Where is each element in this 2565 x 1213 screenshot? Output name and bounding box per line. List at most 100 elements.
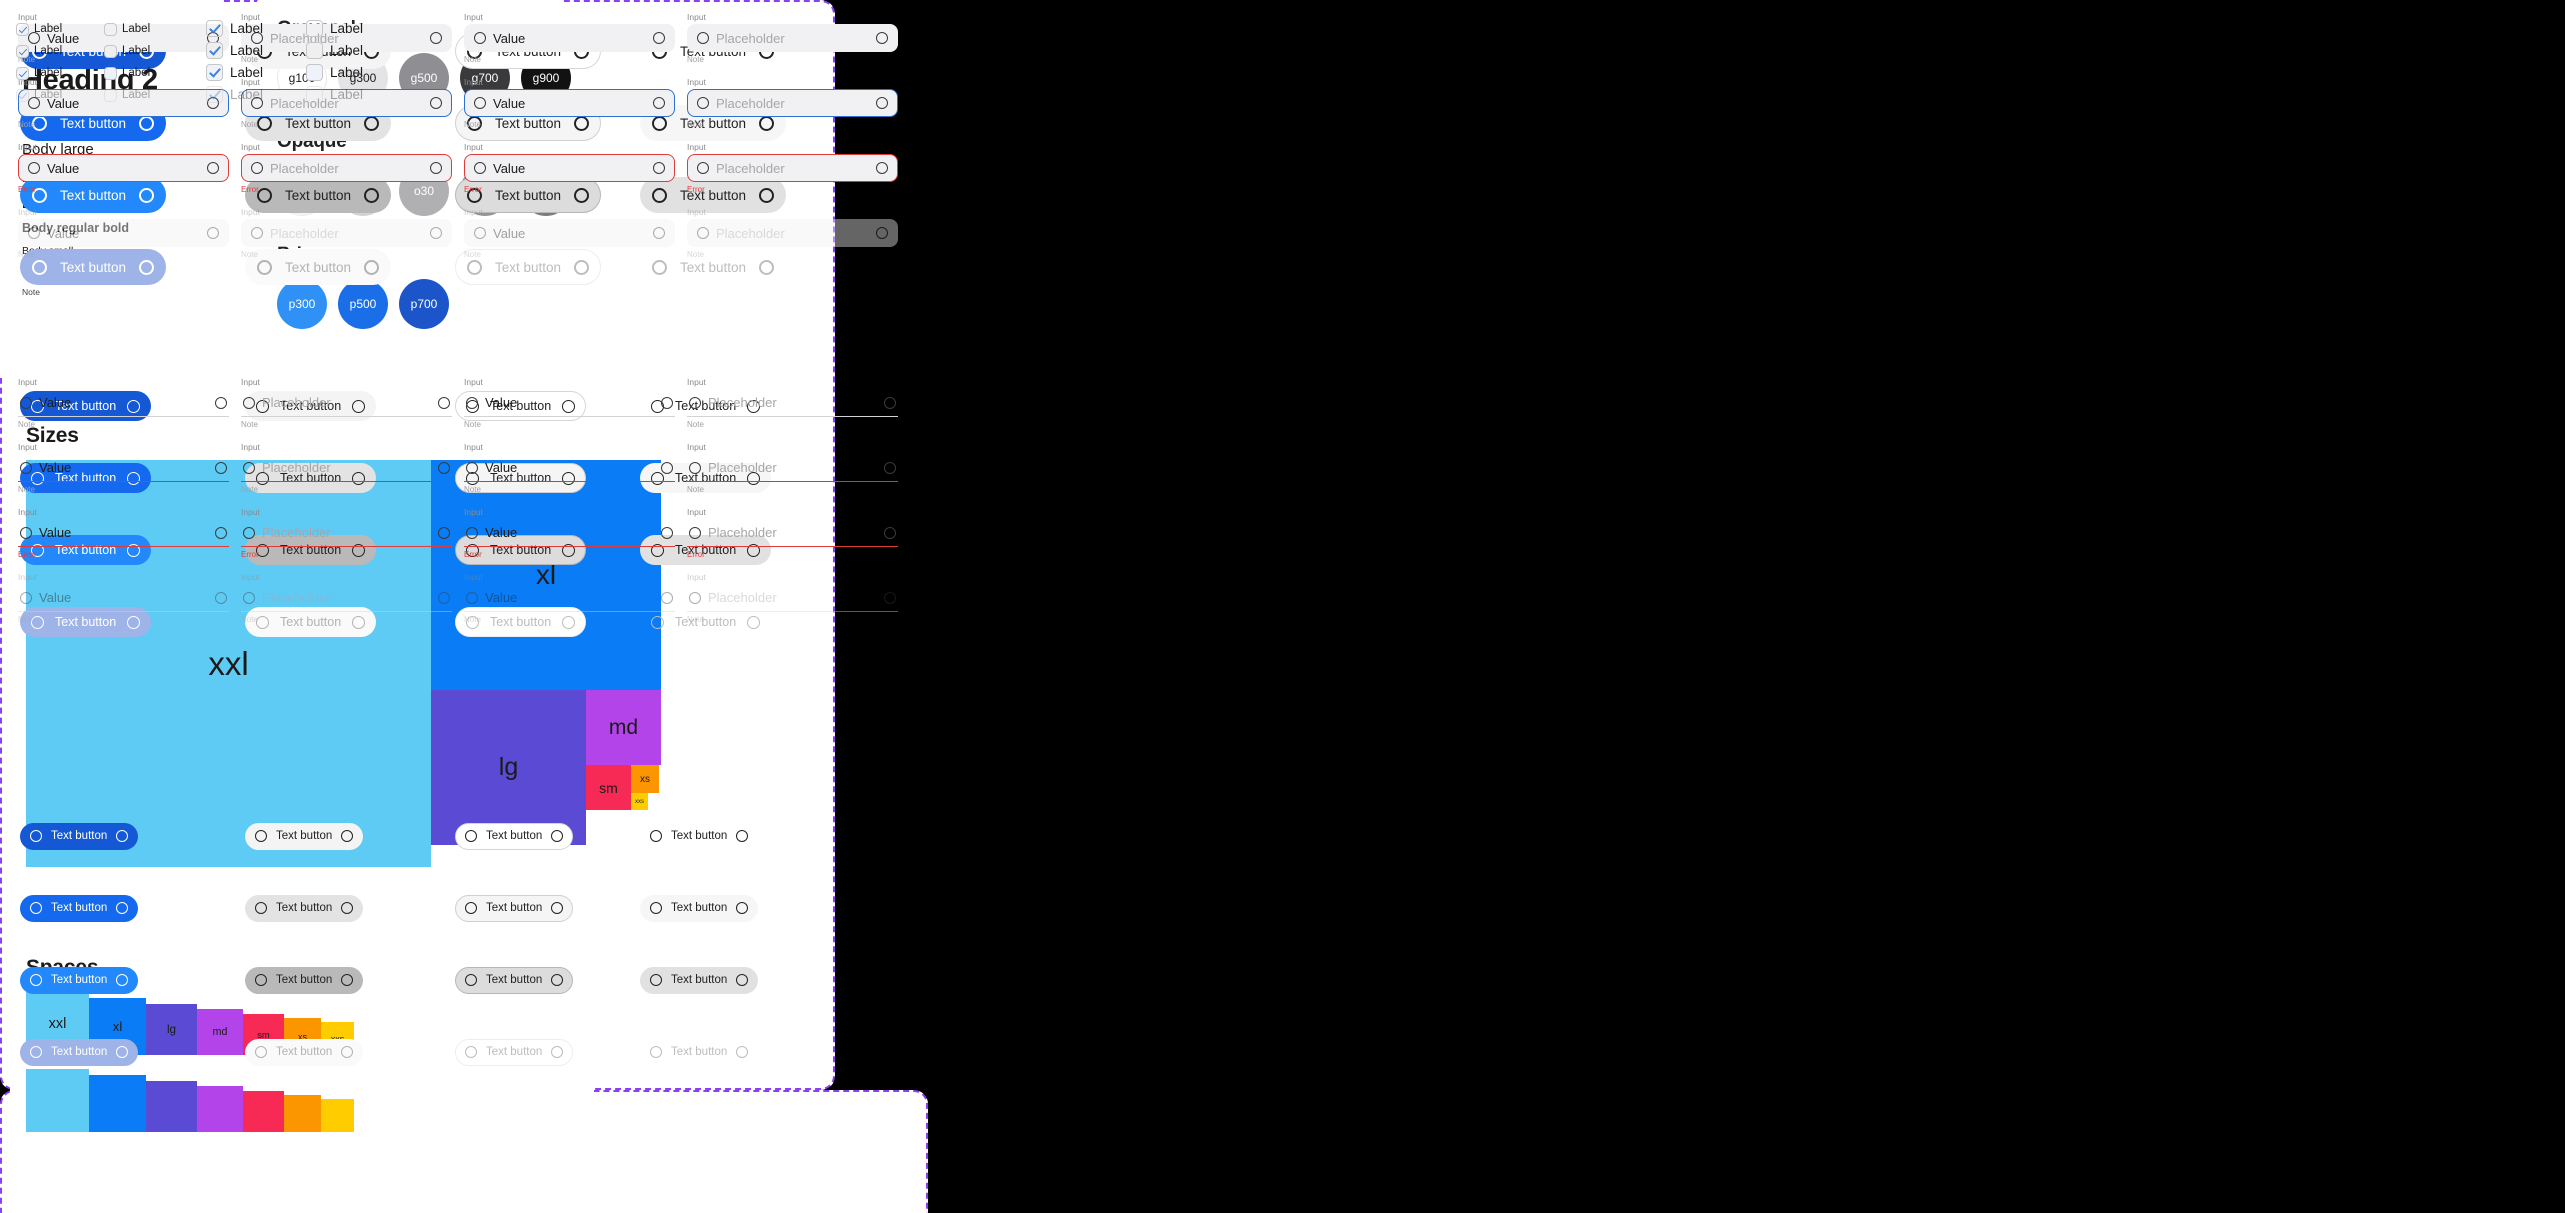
checkbox-icon[interactable] (16, 66, 29, 80)
input-field-disabled: Input Value Note (18, 570, 229, 626)
checkbox-icon[interactable] (306, 63, 323, 81)
circle-icon (466, 396, 478, 409)
text-button-outline-default[interactable]: Text button (455, 822, 574, 850)
circle-icon (650, 974, 662, 986)
input-box[interactable]: Value (464, 89, 675, 117)
button-cell: Text button (20, 966, 245, 994)
checkbox-item-hover[interactable]: Label (16, 40, 104, 62)
input-box[interactable]: Placeholder (687, 454, 898, 482)
text-button-ghost-active[interactable]: Text button (640, 966, 759, 994)
checkbox-icon[interactable] (104, 44, 117, 58)
input-label: Input (241, 207, 260, 217)
input-box[interactable]: Placeholder (687, 24, 898, 52)
input-box[interactable]: Value (464, 24, 675, 52)
input-value: Value (493, 95, 526, 111)
checkbox-item-focus[interactable]: Label (104, 62, 192, 84)
input-box[interactable]: Value (18, 389, 229, 417)
input-box: Value (18, 584, 229, 612)
input-note: Note (464, 485, 481, 494)
checkbox-label: Label (330, 20, 364, 36)
circle-icon (207, 162, 219, 174)
circle-icon (697, 227, 709, 239)
input-note: Note (464, 250, 481, 259)
button-cell: Text button (455, 1038, 640, 1066)
input-field-focus: Input Value Note (464, 440, 675, 496)
input-box: Placeholder (241, 219, 452, 247)
input-box[interactable]: Placeholder (241, 519, 452, 547)
input-box[interactable]: Placeholder (241, 454, 452, 482)
input-placeholder: Placeholder (708, 395, 777, 410)
checkbox-icon[interactable] (206, 63, 223, 81)
text-button-secondary-default[interactable]: Text button (245, 822, 364, 850)
text-button-secondary-active[interactable]: Text button (245, 966, 364, 994)
checkbox-item-default[interactable]: Label (104, 18, 192, 40)
input-box[interactable]: Placeholder (687, 389, 898, 417)
checkbox-item-focus[interactable]: Label (306, 61, 406, 83)
input-box[interactable]: Placeholder (241, 389, 452, 417)
circle-icon (736, 1046, 749, 1058)
circle-icon (689, 591, 701, 604)
input-box[interactable]: Placeholder (241, 154, 452, 182)
text-button-primary-hover[interactable]: Text button (20, 894, 139, 922)
circle-icon (215, 461, 227, 474)
circle-icon (661, 591, 673, 604)
circle-icon (438, 526, 450, 539)
checkbox-item-focus[interactable]: Label (16, 62, 104, 84)
checkbox-icon[interactable] (206, 41, 223, 59)
text-button-ghost-default[interactable]: Text button (640, 823, 758, 850)
input-box[interactable]: Value (18, 454, 229, 482)
circle-icon (215, 526, 227, 539)
input-box[interactable]: Value (464, 154, 675, 182)
circle-icon (653, 97, 665, 109)
circle-icon (438, 396, 450, 409)
input-box[interactable]: Value (464, 389, 675, 417)
checkbox-item-focus[interactable]: Label (206, 61, 306, 83)
checkbox-item-disabled: Label (16, 84, 104, 106)
text-button-outline-active[interactable]: Text button (455, 966, 574, 994)
checkbox-icon[interactable] (104, 22, 117, 36)
input-box[interactable]: Placeholder (687, 519, 898, 547)
input-box[interactable]: Value (18, 519, 229, 547)
checkbox-icon[interactable] (16, 22, 29, 36)
checkbox-item-default[interactable]: Label (206, 17, 306, 39)
circle-icon (430, 32, 442, 44)
checkbox-item-default[interactable]: Label (16, 18, 104, 40)
checkbox-icon[interactable] (206, 19, 223, 37)
checkbox-icon[interactable] (306, 41, 323, 59)
checkbox-icon[interactable] (306, 19, 323, 37)
circle-icon (116, 902, 129, 914)
text-button-primary-active[interactable]: Text button (20, 966, 139, 994)
input-box[interactable]: Value (18, 154, 229, 182)
checkbox-label: Label (122, 67, 151, 79)
text-button-secondary-hover[interactable]: Text button (245, 894, 364, 922)
checkbox-item-hover[interactable]: Label (306, 39, 406, 61)
text-button-ghost-hover[interactable]: Text button (640, 894, 759, 922)
circle-icon (653, 162, 665, 174)
circle-icon (474, 97, 486, 109)
checkbox-icon[interactable] (16, 44, 29, 58)
text-button-primary-default[interactable]: Text button (20, 822, 139, 850)
circle-icon (474, 227, 486, 239)
circle-icon (466, 461, 478, 474)
checkbox-grid: Label Label Label Label Label Label Label Label… (16, 18, 406, 106)
input-label: Input (241, 377, 260, 387)
input-placeholder: Placeholder (716, 160, 785, 176)
input-value: Value (47, 225, 80, 241)
circle-icon (736, 974, 749, 986)
input-note: Note (464, 55, 481, 64)
text-button-outline-hover[interactable]: Text button (455, 894, 574, 922)
circle-icon (876, 162, 888, 174)
checkbox-icon[interactable] (104, 66, 117, 80)
button-cell: Text button (640, 966, 815, 994)
checkbox-item-hover[interactable]: Label (104, 40, 192, 62)
input-box[interactable]: Placeholder (687, 89, 898, 117)
checkbox-item-default[interactable]: Label (306, 17, 406, 39)
button-label: Text button (486, 1046, 543, 1058)
input-box[interactable]: Value (464, 454, 675, 482)
checkbox-item-hover[interactable]: Label (206, 39, 306, 61)
input-box[interactable]: Placeholder (687, 154, 898, 182)
circle-icon (466, 526, 478, 539)
circle-icon (28, 227, 40, 239)
input-box[interactable]: Value (464, 519, 675, 547)
input-field-focus: Input Placeholder Note (687, 75, 898, 131)
